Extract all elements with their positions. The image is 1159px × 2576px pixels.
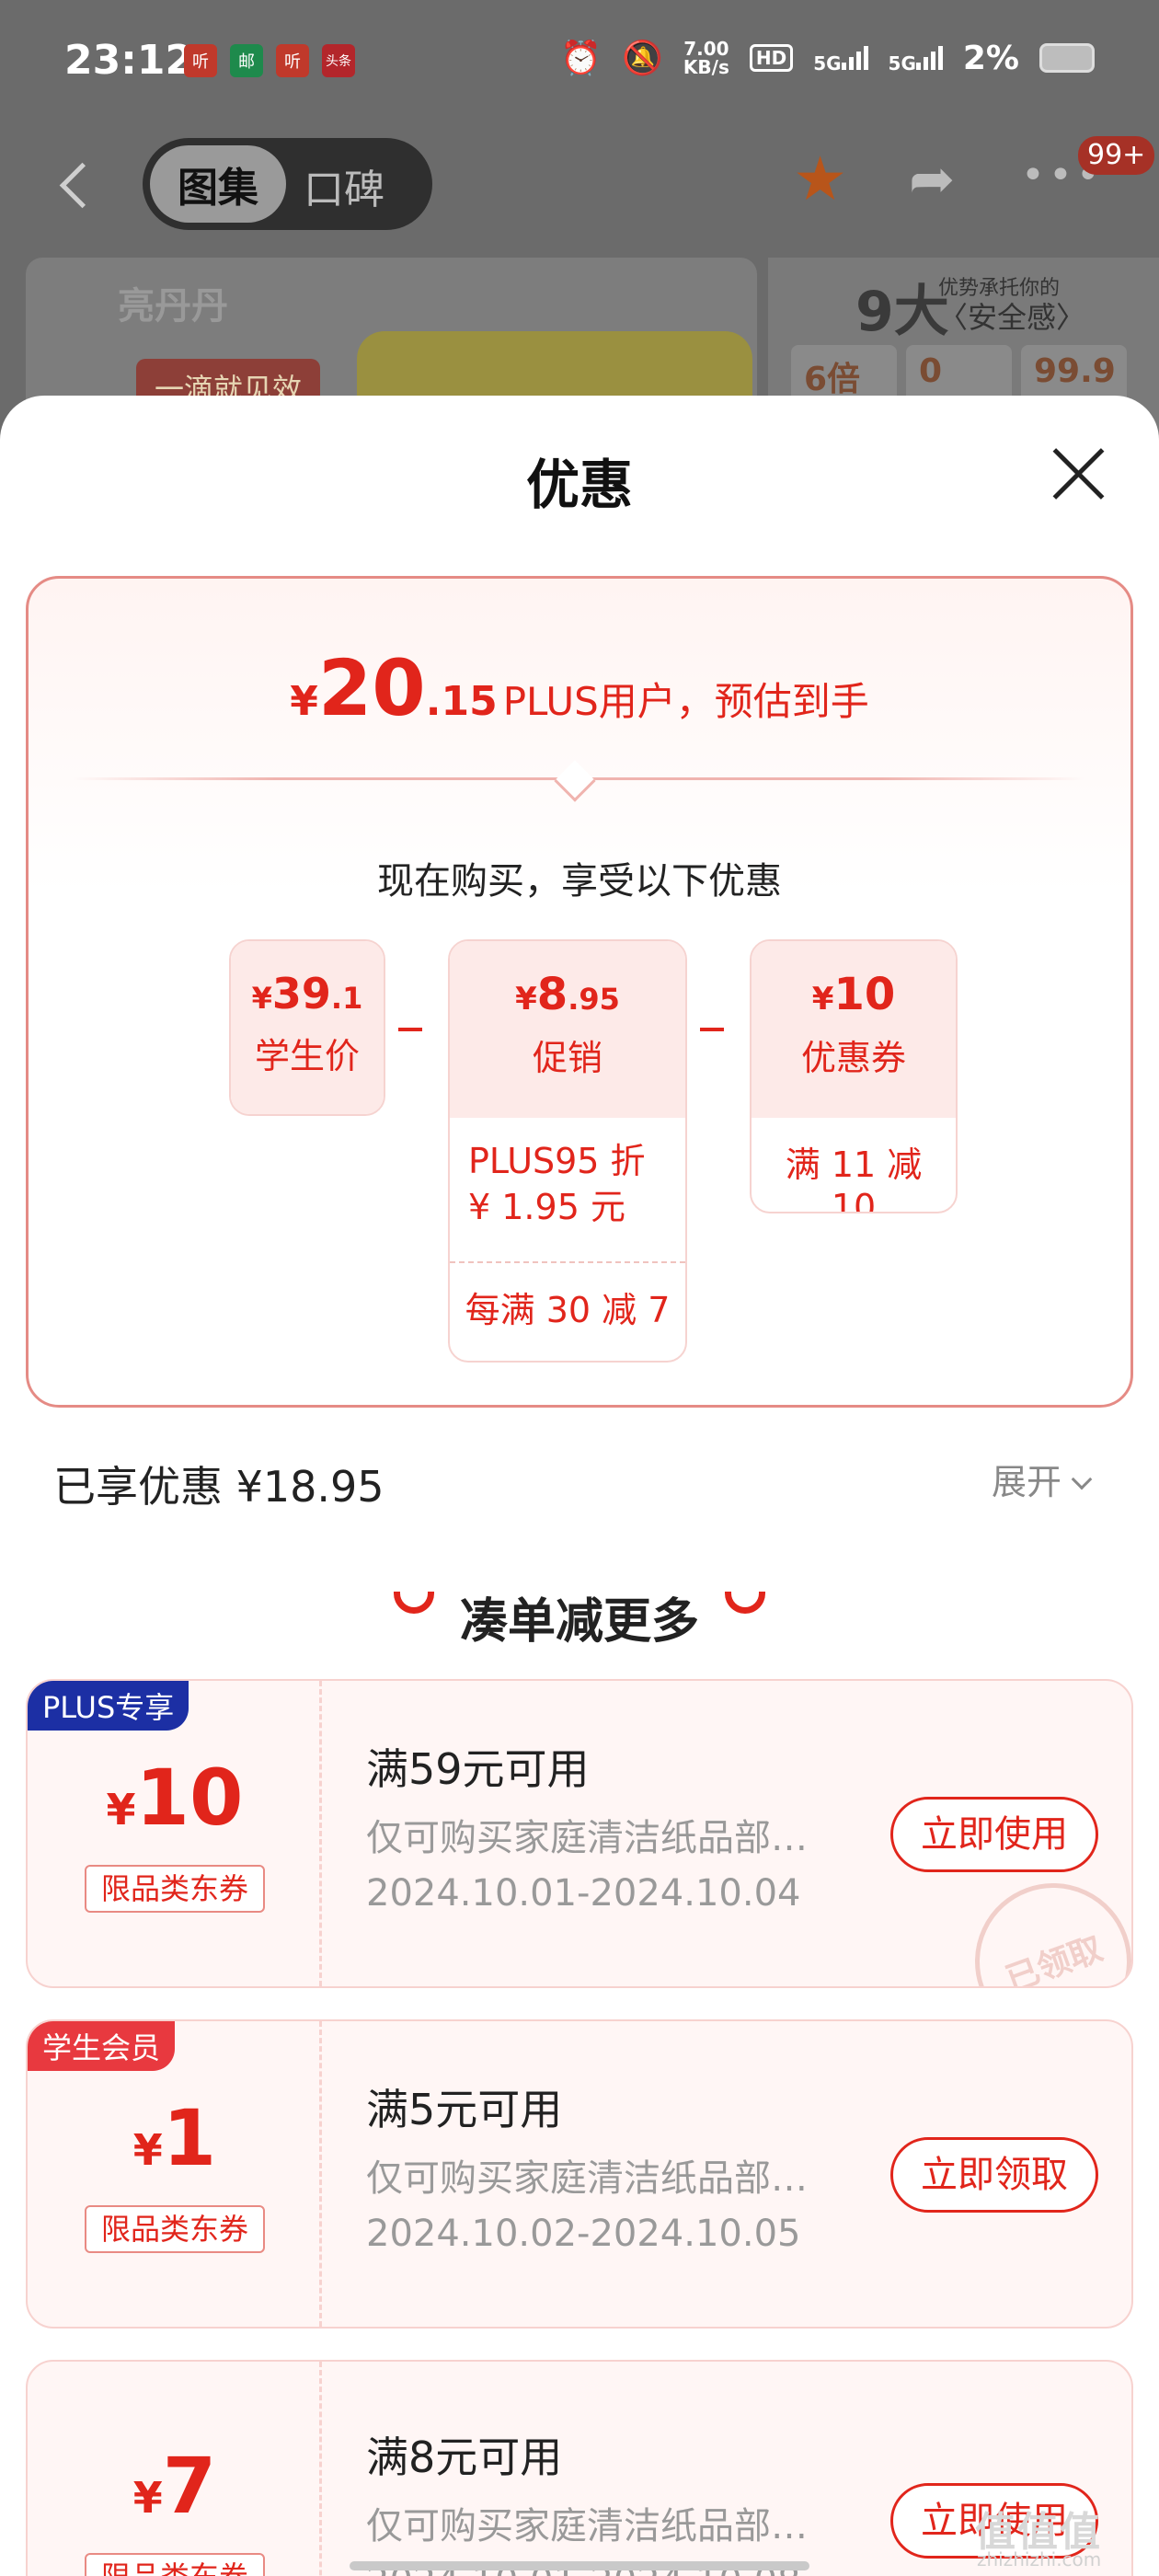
mute-icon: 🔕 bbox=[622, 40, 663, 77]
student-price-box: ¥39.1 学生价 bbox=[229, 939, 385, 1116]
expand-button[interactable]: 展开 bbox=[992, 1454, 1093, 1504]
alarm-icon: ⏰ bbox=[560, 40, 602, 77]
battery-icon bbox=[1039, 43, 1095, 73]
coupon-amount: ¥10 bbox=[106, 1753, 244, 1843]
student-price-value: ¥39.1 bbox=[251, 969, 363, 1018]
discount-sheet: 优惠 ¥20.15 PLUS用户，预估到手 现在购买，享受以下优惠 ¥39.1 学… bbox=[0, 396, 1159, 2576]
breakdown-subtitle: 现在购买，享受以下优惠 bbox=[377, 860, 782, 903]
estimated-price: ¥20.15 PLUS用户，预估到手 bbox=[290, 643, 869, 733]
plus-exclusive-tag: PLUS专享 bbox=[28, 1681, 189, 1731]
coupon-card: ¥7 限品类东券 满8元可用 仅可购买家庭清洁纸品部… 2024.10.01-2… bbox=[26, 2360, 1133, 2576]
chevron-down-icon bbox=[1071, 1468, 1093, 1490]
coupon-scope: 仅可购买家庭清洁纸品部… bbox=[366, 1817, 808, 1859]
promotion-value: ¥8.95 bbox=[515, 969, 620, 1020]
coupon-condition-row: 满 11 减 10 bbox=[785, 1144, 923, 1213]
claim-now-button[interactable]: 立即领取 bbox=[890, 2137, 1098, 2213]
coupon-card: PLUS专享 ¥10 限品类东券 满59元可用 仅可购买家庭清洁纸品部… 202… bbox=[26, 1679, 1133, 1988]
view-segment: 图集 口碑 bbox=[143, 138, 432, 230]
watermark-site: zhizhizhi.com bbox=[977, 2548, 1102, 2570]
minus-sign bbox=[398, 1028, 422, 1031]
coupon-label: 优惠券 bbox=[800, 1038, 906, 1078]
student-price-label: 学生价 bbox=[254, 1036, 360, 1076]
news-notification-icon: 头条 bbox=[322, 44, 355, 77]
saved-total: 已享优惠 ¥18.95 bbox=[53, 1462, 384, 1512]
coupon-validity: 2024.10.01-2024.10.04 bbox=[366, 1872, 801, 1915]
claimed-stamp: 已领取 bbox=[953, 1861, 1131, 1986]
favorite-star-icon[interactable]: ★ bbox=[793, 147, 857, 212]
promotion-label: 促销 bbox=[532, 1038, 602, 1078]
full-reduction-row: 每满 30 减 7 bbox=[450, 1261, 685, 1351]
more-deals-title: 凑单减更多 bbox=[459, 1594, 699, 1650]
back-arrow-icon[interactable] bbox=[55, 156, 92, 212]
divider-notch bbox=[554, 760, 596, 802]
status-time: 23:12 bbox=[64, 37, 194, 84]
coupon-value: ¥10 bbox=[811, 969, 896, 1020]
use-now-button[interactable]: 立即使用 bbox=[890, 1797, 1098, 1872]
more-dots-icon[interactable]: ••• bbox=[1021, 152, 1100, 216]
coupon-scope: 仅可购买家庭清洁纸品部… bbox=[366, 2157, 808, 2200]
network-speed: 7.00 KB/s bbox=[683, 38, 729, 78]
battery-percent: 2% bbox=[962, 39, 1019, 77]
coupon-amount: ¥1 bbox=[132, 2093, 217, 2183]
signal-5g-icon: 5G bbox=[889, 42, 943, 75]
coupon-category: 限品类东券 bbox=[85, 2205, 265, 2253]
coupon-category: 限品类东券 bbox=[85, 2553, 265, 2576]
feature-subtitle-2: 〈安全感〉 bbox=[938, 300, 1086, 335]
promotion-box: ¥8.95 促销 PLUS95 折 ¥ 1.95 元 每满 30 减 7 bbox=[448, 939, 687, 1363]
message-count-badge: 99+ bbox=[1078, 136, 1155, 175]
tab-gallery[interactable]: 图集 bbox=[150, 145, 286, 223]
status-indicators: ⏰ 🔕 7.00 KB/s HD 5G 5G 2% bbox=[560, 39, 1095, 77]
app-notification-icon: 听 bbox=[276, 44, 309, 77]
coupon-threshold: 满8元可用 bbox=[366, 2432, 563, 2482]
coupon-amount: ¥7 bbox=[132, 2441, 217, 2531]
student-member-tag: 学生会员 bbox=[28, 2021, 176, 2071]
coupon-threshold: 满59元可用 bbox=[366, 1744, 590, 1794]
feature-title: 9大 bbox=[855, 280, 949, 344]
brand-logo: 亮丹丹 bbox=[118, 285, 228, 328]
sheet-title: 优惠 bbox=[525, 454, 633, 516]
price-breakdown-card: ¥20.15 PLUS用户，预估到手 现在购买，享受以下优惠 ¥39.1 学生价 … bbox=[26, 576, 1133, 1408]
coupon-validity: 2024.10.02-2024.10.05 bbox=[366, 2213, 801, 2255]
coupon-card: 学生会员 ¥1 限品类东券 满5元可用 仅可购买家庭清洁纸品部… 2024.10… bbox=[26, 2019, 1133, 2329]
coupon-category: 限品类东券 bbox=[85, 1865, 265, 1913]
close-icon[interactable] bbox=[1049, 443, 1109, 504]
coupon-box: ¥10 优惠券 满 11 减 10 bbox=[750, 939, 958, 1213]
coupon-scope: 仅可购买家庭清洁纸品部… bbox=[366, 2505, 808, 2547]
plus-discount-row: PLUS95 折 ¥ 1.95 元 bbox=[468, 1141, 646, 1227]
hd-icon: HD bbox=[749, 44, 794, 72]
status-bar: 23:12 听 邮 听 头条 ⏰ 🔕 7.00 KB/s HD 5G 5G 2% bbox=[0, 0, 1159, 124]
home-indicator[interactable] bbox=[350, 2561, 809, 2570]
tab-reviews[interactable]: 口碑 bbox=[304, 156, 384, 215]
postal-notification-icon: 邮 bbox=[230, 44, 263, 77]
app-notification-icon: 听 bbox=[184, 44, 217, 77]
coupon-threshold: 满5元可用 bbox=[366, 2085, 563, 2134]
minus-sign bbox=[700, 1028, 724, 1031]
share-icon[interactable]: ➦ bbox=[909, 147, 973, 212]
signal-5g-icon: 5G bbox=[813, 42, 868, 75]
